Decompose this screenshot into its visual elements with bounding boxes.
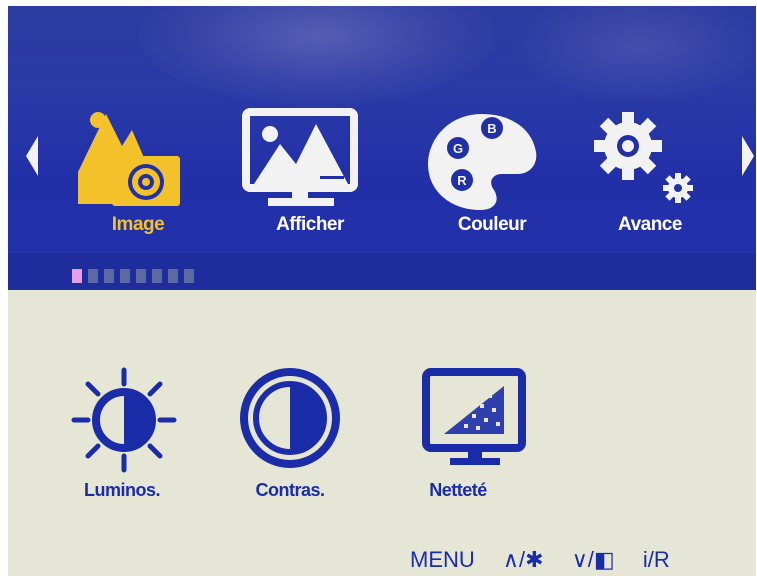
up-brightness-hint: ∧/✱ xyxy=(502,547,544,572)
sharpness-label: Netteté xyxy=(429,480,487,500)
category-image[interactable]: Image xyxy=(68,102,208,242)
button-hints: MENU ∧/✱ ∨/◧ i/R xyxy=(410,547,670,576)
category-bar: Image Afficher B G R Couleur Avance xyxy=(8,6,756,290)
category-avance[interactable]: Avance xyxy=(580,102,720,242)
page-indicator-dot xyxy=(136,269,146,283)
category-image-label: Image xyxy=(111,214,165,235)
page-indicator-dot xyxy=(184,269,194,283)
palette-letter-b: B xyxy=(487,121,496,136)
brightness-icon xyxy=(71,367,177,473)
scroll-right-arrow-icon[interactable] xyxy=(742,136,754,176)
info-reset-hint: i/R xyxy=(642,547,670,572)
sharpness-item[interactable]: Netteté xyxy=(388,364,528,504)
category-avance-label: Avance xyxy=(618,214,682,235)
page-indicator-dot xyxy=(152,269,162,283)
page-indicator xyxy=(72,269,200,283)
page-indicator-dot xyxy=(88,269,98,283)
gears-icon xyxy=(594,112,693,203)
contrast-icon xyxy=(240,368,340,468)
brightness-item[interactable]: Luminos. xyxy=(52,364,192,504)
contrast-label: Contras. xyxy=(255,480,325,500)
palette-icon: B G R xyxy=(428,114,537,210)
category-afficher-label: Afficher xyxy=(276,214,344,235)
page-indicator-dot xyxy=(168,269,178,283)
image-icon xyxy=(78,112,180,206)
brightness-label: Luminos. xyxy=(84,480,161,500)
screen-reflection xyxy=(138,6,498,106)
scroll-left-arrow-icon[interactable] xyxy=(26,136,38,176)
display-icon xyxy=(242,108,358,206)
down-volume-hint: ∨/◧ xyxy=(571,547,615,572)
category-couleur-label: Couleur xyxy=(457,214,527,235)
contrast-item[interactable]: Contras. xyxy=(220,364,360,504)
page-indicator-dot xyxy=(120,269,130,283)
palette-letter-g: G xyxy=(453,141,463,156)
sharpness-icon xyxy=(422,368,526,465)
page-indicator-dot xyxy=(104,269,114,283)
palette-letter-r: R xyxy=(457,173,467,188)
page-indicator-dot xyxy=(72,269,82,283)
category-afficher[interactable]: Afficher xyxy=(240,102,380,242)
osd-screen: Image Afficher B G R Couleur Avance Lumi… xyxy=(8,6,756,576)
menu-hint: MENU xyxy=(410,547,475,572)
category-couleur[interactable]: B G R Couleur xyxy=(422,102,562,242)
screen-reflection-secondary xyxy=(508,6,756,106)
